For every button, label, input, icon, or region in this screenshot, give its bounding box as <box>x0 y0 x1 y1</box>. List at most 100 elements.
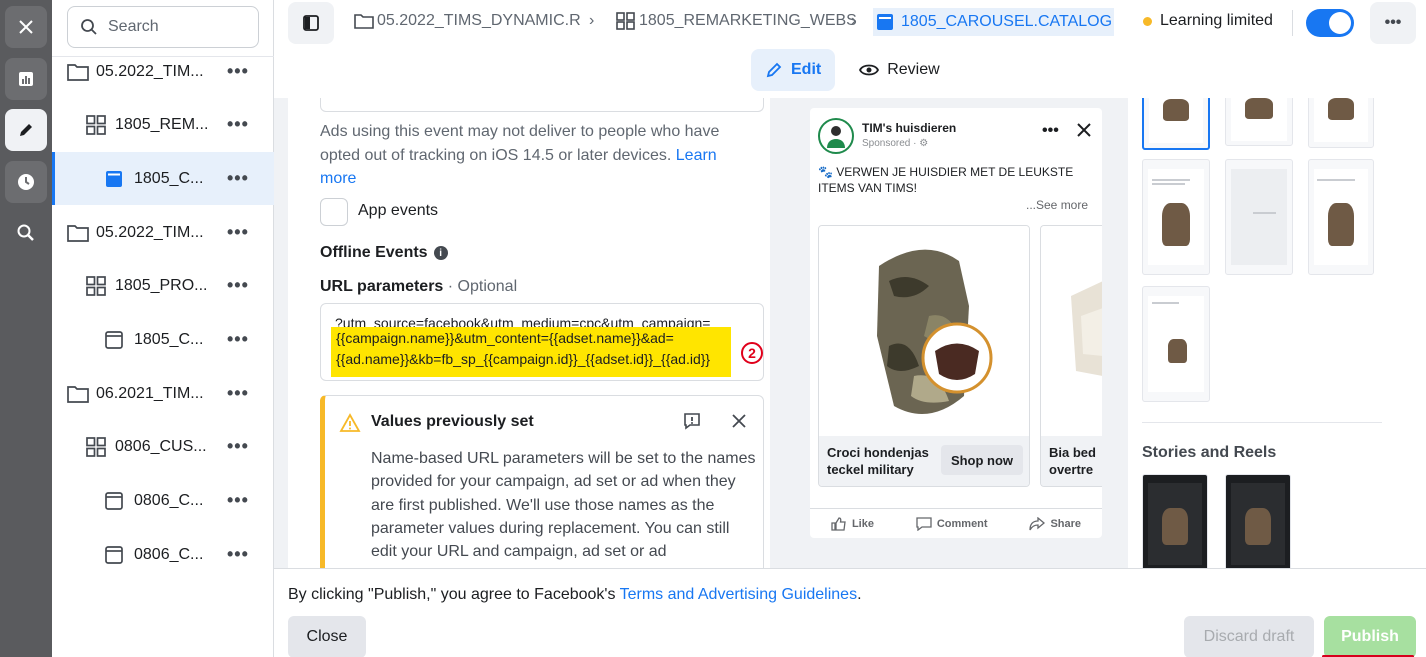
placement-thumbnail[interactable] <box>1225 98 1293 146</box>
status-label: Learning limited <box>1160 12 1273 29</box>
placement-thumbnail[interactable] <box>1142 286 1210 402</box>
clock-icon[interactable] <box>5 161 47 203</box>
card-footer: Croci hondenjas teckel military Shop now <box>819 436 1029 486</box>
feedback-icon[interactable] <box>682 411 702 431</box>
warning-body: Name-based URL parameters will be set to… <box>371 450 756 561</box>
tree-item-adset[interactable]: 1805_REM... ••• <box>52 98 274 151</box>
mode-tabs: Edit Review <box>751 49 954 91</box>
placements-panel: Stories and Reels <box>1128 98 1426 568</box>
more-options-icon[interactable]: ••• <box>227 544 249 565</box>
chevron-right-icon: › <box>851 12 857 29</box>
terms-link[interactable]: Terms and Advertising Guidelines <box>620 586 857 603</box>
ad-on-off-toggle[interactable] <box>1306 9 1354 37</box>
tree-item-label: 1805_C... <box>134 330 204 348</box>
edit-icon[interactable] <box>5 109 47 151</box>
more-options-icon[interactable]: ••• <box>227 114 249 135</box>
optional-label: · Optional <box>447 278 518 295</box>
share-icon <box>1029 516 1046 530</box>
comment-icon <box>916 516 932 531</box>
tree-item-folder[interactable]: 05.2022_TIM... ••• <box>52 206 274 259</box>
more-options-icon[interactable]: ••• <box>227 490 249 511</box>
tracking-note: Ads using this event may not deliver to … <box>320 120 740 191</box>
post-actions: Like Comment Share <box>810 508 1102 538</box>
info-icon[interactable]: i <box>433 246 448 260</box>
zoom-icon[interactable] <box>5 212 47 254</box>
see-more-link[interactable]: ...See more <box>1026 198 1088 212</box>
placement-thumbnail[interactable] <box>1142 98 1210 150</box>
feed-post-preview: TIM's huisdieren Sponsored · ⚙ ••• 🐾 VER… <box>810 108 1102 538</box>
carousel-card[interactable]: Bia bed overtre <box>1040 225 1102 487</box>
placement-thumbnail[interactable] <box>1308 159 1374 275</box>
tree-item-ad[interactable]: 0806_C... ••• <box>52 528 274 581</box>
more-options-icon[interactable]: ••• <box>227 222 249 243</box>
tree-item-adset[interactable]: 1805_PRO... ••• <box>52 259 274 312</box>
more-options-icon[interactable]: ••• <box>227 383 249 404</box>
grid-icon <box>86 275 106 296</box>
ad-icon <box>105 545 123 564</box>
tree-item-folder[interactable]: 06.2021_TIM... ••• <box>52 367 274 420</box>
placement-thumbnail[interactable] <box>1225 159 1293 275</box>
tree-item-label: 05.2022_TIM... <box>96 223 204 241</box>
close-icon[interactable] <box>1076 122 1092 138</box>
top-bar: 05.2022_TIMS_DYNAMIC.R › 1805_REMARKETIN… <box>274 0 1426 46</box>
more-options-icon[interactable]: ••• <box>227 61 249 82</box>
delivery-status: Learning limited <box>1143 12 1273 30</box>
close-icon[interactable] <box>5 6 47 48</box>
tree-item-adset[interactable]: 0806_CUS... ••• <box>52 420 274 473</box>
tab-edit[interactable]: Edit <box>751 49 836 91</box>
breadcrumb-adset[interactable]: 1805_REMARKETING_WEBS <box>616 12 857 30</box>
product-image <box>1041 226 1102 438</box>
comment-button[interactable]: Comment <box>916 516 988 531</box>
toggle-panel-button[interactable] <box>288 2 334 44</box>
search-icon <box>81 19 97 35</box>
post-more-icon[interactable]: ••• <box>1042 122 1059 140</box>
app-events-checkbox[interactable] <box>320 198 348 226</box>
tree-item-label: 05.2022_TIM... <box>96 62 204 80</box>
placement-thumbnail[interactable] <box>1142 159 1210 275</box>
offline-events-label: Offline Events <box>320 244 428 261</box>
breadcrumb-label: 1805_REMARKETING_WEBS <box>639 12 857 29</box>
tree-item-ad[interactable]: 1805_C... ••• <box>52 152 274 205</box>
close-icon[interactable] <box>731 413 747 429</box>
search-input[interactable]: Search <box>67 6 259 48</box>
search-placeholder: Search <box>108 18 159 35</box>
more-options-icon[interactable]: ••• <box>227 275 249 296</box>
discard-draft-button[interactable]: Discard draft <box>1184 616 1314 657</box>
placement-thumbnail[interactable] <box>1142 474 1208 568</box>
tree-item-ad[interactable]: 0806_C... ••• <box>52 474 274 527</box>
url-parameters-input[interactable]: ?utm_source=facebook&utm_medium=cpc&utm_… <box>320 303 764 381</box>
ad-icon <box>105 491 123 510</box>
more-options-icon[interactable]: ••• <box>227 168 249 189</box>
tree-item-folder[interactable]: 05.2022_TIM... ••• <box>52 45 274 98</box>
shop-now-button[interactable]: Shop now <box>941 445 1023 475</box>
more-options-icon[interactable]: ••• <box>227 329 249 350</box>
placement-thumbnail[interactable] <box>1225 474 1291 568</box>
like-button[interactable]: Like <box>831 516 874 531</box>
values-previously-set-banner: Values previously set Name-based URL par… <box>320 395 764 568</box>
tree-item-ad[interactable]: 1805_C... ••• <box>52 313 274 366</box>
chart-icon[interactable] <box>5 58 47 100</box>
breadcrumb-campaign[interactable]: 05.2022_TIMS_DYNAMIC.R <box>354 12 581 30</box>
close-button[interactable]: Close <box>288 616 366 657</box>
more-options-button[interactable]: ••• <box>1370 2 1416 44</box>
ad-icon <box>105 330 123 349</box>
tree-item-label: 0806_CUS... <box>115 437 207 455</box>
page-avatar <box>818 118 854 154</box>
offline-events-heading: Offline Events i <box>320 244 448 262</box>
annotation-number: 2 <box>741 342 763 364</box>
tab-review[interactable]: Review <box>845 49 953 91</box>
card-footer: Bia bed overtre <box>1041 436 1102 486</box>
grid-icon <box>86 436 106 457</box>
placement-thumbnail[interactable] <box>1308 98 1374 148</box>
ad-icon <box>105 170 123 188</box>
breadcrumb-ad[interactable]: 1805_CAROUSEL.CATALOG <box>873 8 1115 36</box>
share-button[interactable]: Share <box>1029 516 1081 531</box>
tree-item-label: 1805_C... <box>134 169 204 187</box>
like-label: Like <box>851 517 874 530</box>
card-title: Croci hondenjas teckel military <box>827 445 929 477</box>
terms-suffix: . <box>857 586 862 603</box>
publish-button[interactable]: Publish <box>1324 616 1416 657</box>
more-options-icon[interactable]: ••• <box>227 436 249 457</box>
carousel-card[interactable]: Croci hondenjas teckel military Shop now <box>818 225 1030 487</box>
divider <box>1292 10 1293 36</box>
